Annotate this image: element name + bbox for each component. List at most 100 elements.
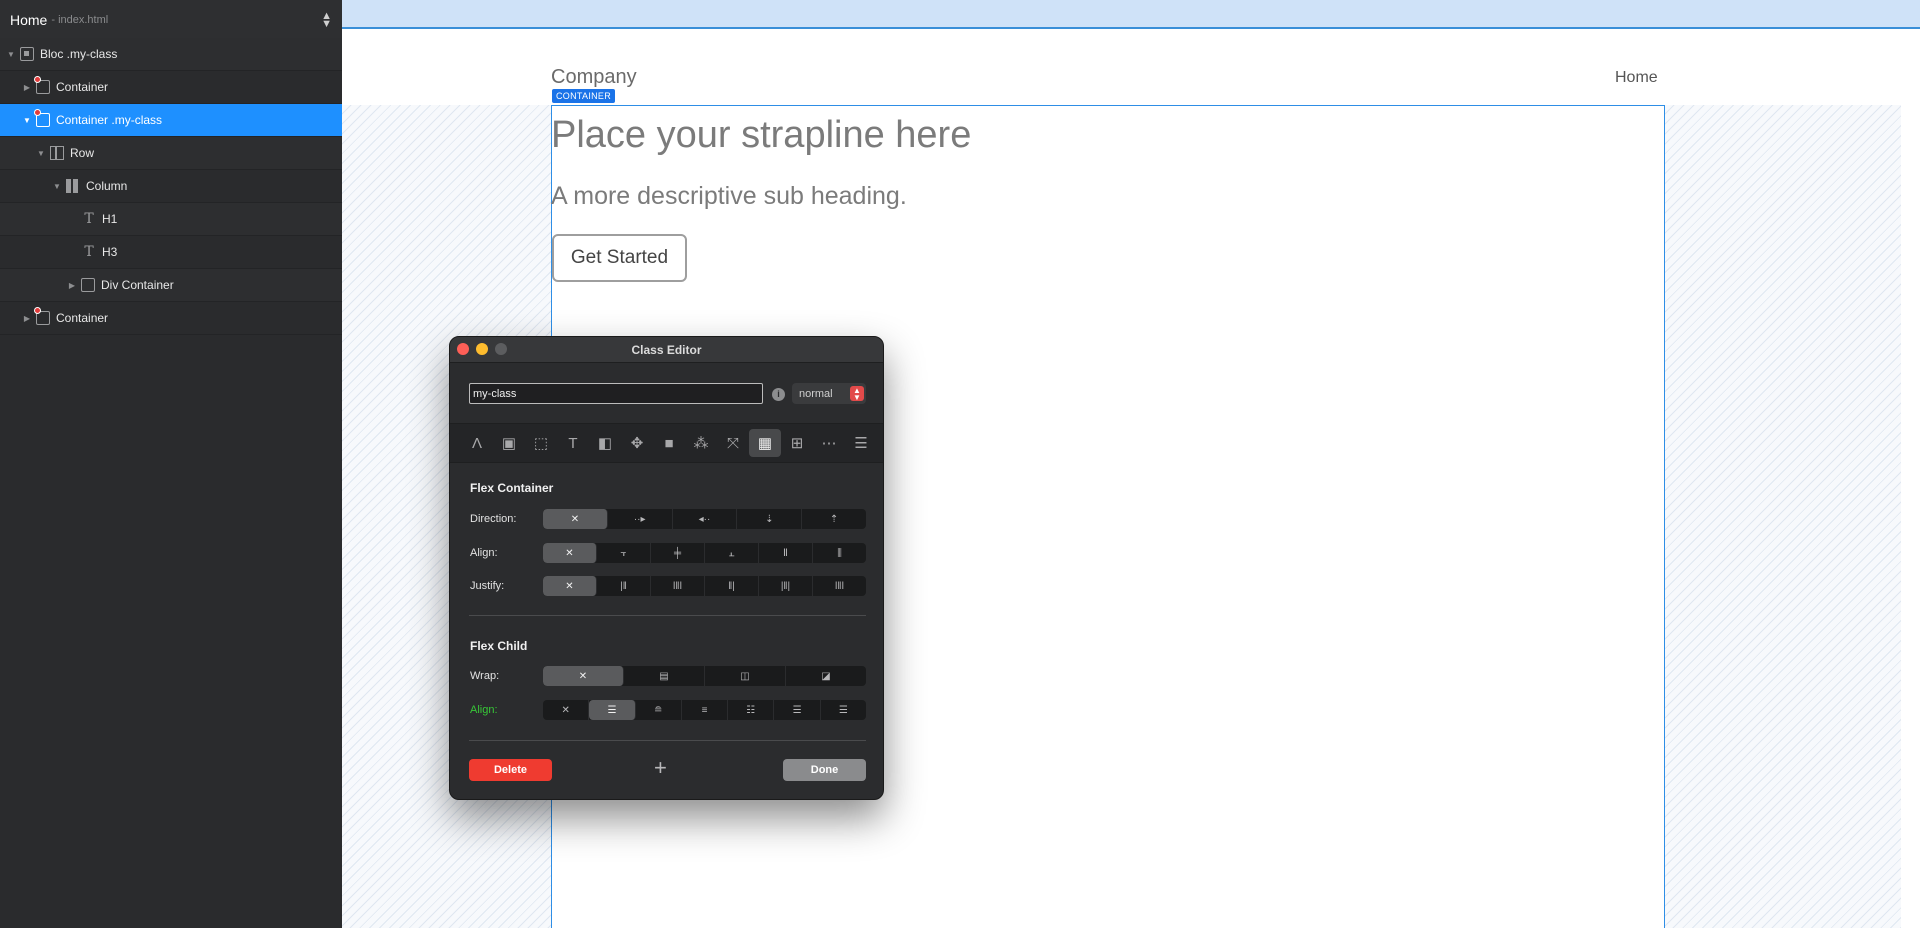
direction-none-option[interactable]: ✕ xyxy=(543,509,608,529)
canvas-top-bar xyxy=(342,0,1920,29)
direction-row-reverse-icon[interactable]: ◂·· xyxy=(673,509,738,529)
border-tab-icon[interactable]: ⬚ xyxy=(525,429,557,457)
justify-start-icon[interactable]: |ǁ xyxy=(597,576,651,596)
container-icon xyxy=(34,76,50,94)
align-stretch-icon[interactable]: Ⅱ xyxy=(759,543,813,563)
direction-row-icon[interactable]: ··▸ xyxy=(608,509,673,529)
flex-child-title: Flex Child xyxy=(470,639,528,653)
zoom-window-button[interactable] xyxy=(495,343,507,355)
position-tab-icon[interactable]: ✥ xyxy=(621,429,653,457)
direction-label: Direction: xyxy=(470,513,517,525)
child-align-center-icon[interactable]: ≘ xyxy=(636,700,682,720)
text-icon: T xyxy=(84,244,94,260)
nav-brand[interactable]: Company xyxy=(551,66,637,89)
minimize-window-button[interactable] xyxy=(476,343,488,355)
justify-end-icon[interactable]: ǁ| xyxy=(705,576,759,596)
transform-tab-icon[interactable]: ⤧ xyxy=(717,429,749,457)
page-heading[interactable]: Place your strapline here xyxy=(551,114,971,157)
done-button[interactable]: Done xyxy=(783,759,866,781)
nowrap-icon[interactable]: ◫ xyxy=(705,666,786,686)
child-align-auto-icon[interactable]: ☰ xyxy=(821,700,866,720)
wrap-icon[interactable]: ▤ xyxy=(624,666,705,686)
disclosure-collapsed-icon[interactable]: ▶ xyxy=(22,83,32,92)
close-window-button[interactable] xyxy=(457,343,469,355)
child-align-baseline-icon[interactable]: ☰ xyxy=(774,700,821,720)
grid-tab-icon[interactable]: ⊞ xyxy=(781,429,813,457)
flex-container-title: Flex Container xyxy=(470,481,554,495)
class-name-input[interactable] xyxy=(469,383,763,404)
align-segmented-control: ✕ ⫟ ╪ ⫠ Ⅱ ⫼ xyxy=(543,543,866,563)
state-select[interactable]: normal ▲ ▼ xyxy=(792,383,866,404)
justify-between-icon[interactable]: |ǁ| xyxy=(759,576,813,596)
tree-item-container[interactable]: ▶ Container xyxy=(0,71,342,104)
property-tabs: Λ ▣ ⬚ T ◧ ✥ ■ ⁂ ⤧ ▦ ⊞ ⋯ ☰ xyxy=(450,423,883,463)
direction-column-reverse-icon[interactable]: ⇡ xyxy=(802,509,866,529)
delete-button[interactable]: Delete xyxy=(469,759,552,781)
custom-css-tab-icon[interactable]: ☰ xyxy=(845,429,877,457)
tree-item-label: Container .my-class xyxy=(56,113,163,127)
justify-none-option[interactable]: ✕ xyxy=(543,576,597,596)
align-start-icon[interactable]: ⫟ xyxy=(597,543,651,563)
wrap-reverse-icon[interactable]: ◪ xyxy=(786,666,866,686)
justify-center-icon[interactable]: ǀǁǀ xyxy=(651,576,705,596)
tree-item-bloc[interactable]: ▼ Bloc .my-class xyxy=(0,38,342,71)
page-selector[interactable]: Home - index.html ▲ ▼ xyxy=(0,0,342,40)
column-icon xyxy=(66,179,80,193)
tree-item-column[interactable]: ▼ Column xyxy=(0,170,342,203)
direction-column-icon[interactable]: ⇣ xyxy=(737,509,803,529)
tree-item-label: Div Container xyxy=(101,278,174,292)
effects-tab-icon[interactable]: ⁂ xyxy=(685,429,717,457)
child-align-start-icon[interactable]: ☰ xyxy=(589,700,636,720)
tree-item-container-2[interactable]: ▶ Container xyxy=(0,302,342,335)
tree-item-div-container[interactable]: ▶ Div Container xyxy=(0,269,342,302)
nav-link-home[interactable]: Home xyxy=(1615,69,1658,87)
typography-tab-icon[interactable]: Λ xyxy=(461,429,493,457)
justify-around-icon[interactable]: ǀǁǀ xyxy=(813,576,866,596)
tree-item-container-my-class[interactable]: ▼ Container .my-class xyxy=(0,104,342,137)
child-align-end-icon[interactable]: ≡ xyxy=(682,700,729,720)
text-icon: T xyxy=(84,211,94,227)
tree-item-label: Bloc .my-class xyxy=(40,47,118,61)
wrap-segmented-control: ✕ ▤ ◫ ◪ xyxy=(543,666,866,686)
child-align-stretch-icon[interactable]: ☷ xyxy=(728,700,775,720)
tree-item-h3[interactable]: T H3 xyxy=(0,236,342,269)
child-align-none-option[interactable]: ✕ xyxy=(543,700,590,720)
disclosure-expanded-icon[interactable]: ▼ xyxy=(22,116,32,125)
align-end-icon[interactable]: ⫠ xyxy=(705,543,759,563)
box-model-tab-icon[interactable]: ▣ xyxy=(493,429,525,457)
window-titlebar[interactable]: Class Editor xyxy=(450,337,883,363)
direction-segmented-control: ✕ ··▸ ◂·· ⇣ ⇡ xyxy=(543,509,866,529)
tree-item-label: Column xyxy=(86,179,128,193)
disclosure-expanded-icon[interactable]: ▼ xyxy=(6,50,16,59)
tree-item-row[interactable]: ▼ Row xyxy=(0,137,342,170)
align-center-icon[interactable]: ╪ xyxy=(651,543,705,563)
align-baseline-icon[interactable]: ⫼ xyxy=(813,543,866,563)
align-none-option[interactable]: ✕ xyxy=(543,543,597,563)
tree-item-h1[interactable]: T H1 xyxy=(0,203,342,236)
shadow-tab-icon[interactable]: ■ xyxy=(653,429,685,457)
get-started-button[interactable]: Get Started xyxy=(552,234,687,282)
info-icon[interactable]: i xyxy=(772,388,785,401)
tree-item-label: Container xyxy=(56,80,109,94)
bloc-icon xyxy=(20,47,34,61)
modified-badge xyxy=(34,307,41,314)
disclosure-collapsed-icon[interactable]: ▶ xyxy=(67,281,77,290)
container-icon xyxy=(34,109,50,127)
add-state-button[interactable]: + xyxy=(654,757,667,779)
justify-label: Justify: xyxy=(470,580,505,592)
more-tab-icon[interactable]: ⋯ xyxy=(813,429,845,457)
background-tab-icon[interactable]: ◧ xyxy=(589,429,621,457)
disclosure-collapsed-icon[interactable]: ▶ xyxy=(22,314,32,323)
wrap-label: Wrap: xyxy=(470,670,500,682)
page-title: Home xyxy=(10,11,48,28)
disclosure-expanded-icon[interactable]: ▼ xyxy=(52,182,62,191)
text-tab-icon[interactable]: T xyxy=(557,429,589,457)
flexbox-tab-icon[interactable]: ▦ xyxy=(749,429,781,457)
page-subheading[interactable]: A more descriptive sub heading. xyxy=(551,182,907,211)
class-editor-window: Class Editor i normal ▲▼ Λ ▣ ⬚ T ◧ ✥ ■ ⁂… xyxy=(449,336,884,800)
child-align-segmented-control: ✕ ☰ ≘ ≡ ☷ ☰ ☰ xyxy=(543,700,866,720)
page-switch-icon[interactable]: ▲ ▼ xyxy=(321,10,332,29)
disclosure-expanded-icon[interactable]: ▼ xyxy=(36,149,46,158)
margin-hatch-right xyxy=(1665,105,1901,928)
wrap-none-option[interactable]: ✕ xyxy=(543,666,624,686)
